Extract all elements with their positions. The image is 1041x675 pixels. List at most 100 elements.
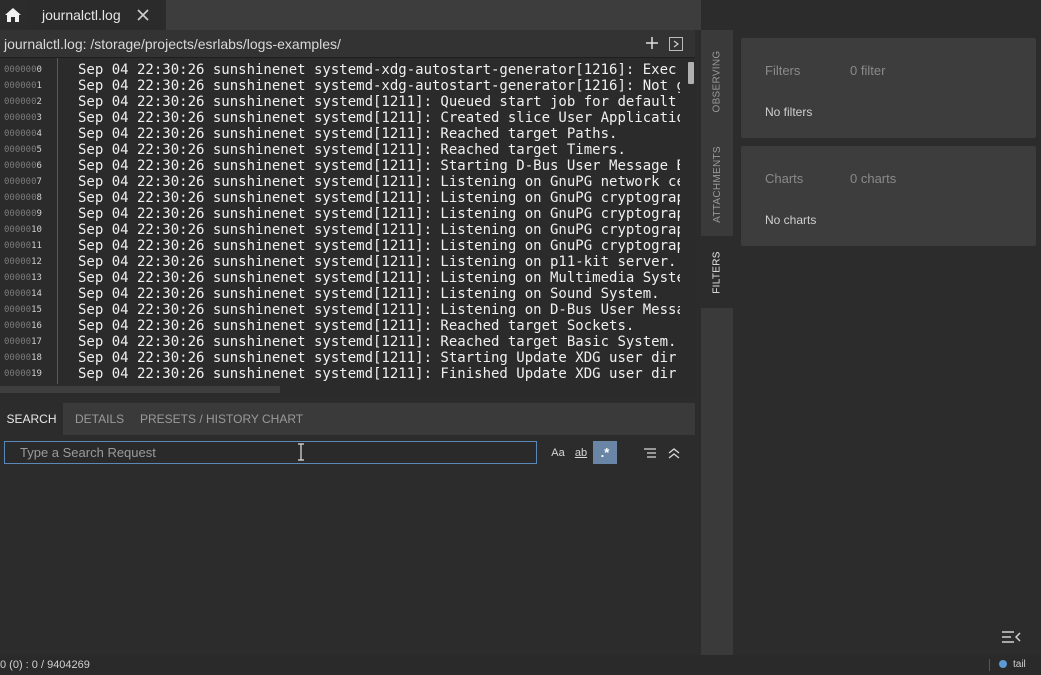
- lower-tab-bar: SEARCH DETAILS PRESETS / HISTORY CHART: [0, 403, 695, 435]
- home-button[interactable]: [0, 0, 26, 30]
- file-tab[interactable]: journalctl.log: [26, 0, 166, 30]
- log-line-number-padding: 000000: [4, 209, 37, 219]
- log-line-number-padding: 000000: [4, 129, 37, 139]
- log-line-number: 0000001: [4, 81, 52, 91]
- filters-title: Filters: [765, 63, 801, 78]
- log-line-text: Sep 04 22:30:26 sunshinenet systemd[1211…: [78, 222, 680, 238]
- log-line-number: 0000005: [4, 145, 52, 155]
- panel-toggle-icon[interactable]: [669, 37, 683, 51]
- log-line-number: 0000016: [4, 321, 52, 331]
- add-icon[interactable]: [645, 36, 659, 50]
- close-tab-icon[interactable]: [135, 7, 151, 23]
- log-line-number: 0000017: [4, 337, 52, 347]
- log-line-text: Sep 04 22:30:26 sunshinenet systemd[1211…: [78, 318, 635, 334]
- charts-empty-text: No charts: [765, 213, 817, 227]
- log-line-number-padding: 000000: [4, 113, 37, 123]
- log-row[interactable]: 0000017 Sep 04 22:30:26 sunshinenet syste…: [0, 334, 685, 350]
- horizontal-scroll-thumb[interactable]: [0, 386, 280, 393]
- log-row[interactable]: 0000008 Sep 04 22:30:26 sunshinenet syste…: [0, 190, 685, 206]
- tail-indicator-icon[interactable]: [999, 660, 1007, 668]
- log-line-text: Sep 04 22:30:26 sunshinenet systemd[1211…: [78, 254, 677, 270]
- log-row[interactable]: 0000012 Sep 04 22:30:26 sunshinenet syste…: [0, 254, 685, 270]
- log-line-number: 0000006: [4, 161, 52, 171]
- side-tab-filters-label: FILTERS: [711, 250, 723, 294]
- log-row[interactable]: 0000003 Sep 04 22:30:26 sunshinenet syste…: [0, 110, 685, 126]
- log-line-text: Sep 04 22:30:26 sunshinenet systemd[1211…: [78, 110, 680, 126]
- tab-presets-history[interactable]: PRESETS / HISTORY: [130, 403, 269, 435]
- log-row[interactable]: 0000009 Sep 04 22:30:26 sunshinenet syste…: [0, 206, 685, 222]
- filters-count: 0 filter: [850, 63, 886, 78]
- log-line-text: Sep 04 22:30:26 sunshinenet systemd[1211…: [78, 302, 680, 318]
- log-line-number-value: 16: [31, 321, 42, 331]
- log-line-number: 0000014: [4, 289, 52, 299]
- log-line-number-padding: 00000: [4, 257, 32, 267]
- log-line-text: Sep 04 22:30:26 sunshinenet systemd[1211…: [78, 190, 680, 206]
- log-line-text: Sep 04 22:30:26 sunshinenet systemd[1211…: [78, 366, 680, 382]
- log-row[interactable]: 0000014 Sep 04 22:30:26 sunshinenet syste…: [0, 286, 685, 302]
- tab-bar: journalctl.log: [0, 0, 701, 30]
- log-line-number-padding: 00000: [4, 353, 32, 363]
- search-input[interactable]: [4, 441, 537, 464]
- log-line-number-value: 7: [36, 177, 42, 187]
- tab-chart[interactable]: CHART: [252, 403, 313, 435]
- list-icon[interactable]: [640, 441, 660, 464]
- collapse-menu-icon[interactable]: [1001, 630, 1021, 644]
- log-line-number-padding: 00000: [4, 241, 32, 251]
- log-line-text: Sep 04 22:30:26 sunshinenet systemd[1211…: [78, 94, 680, 110]
- log-row[interactable]: 0000013 Sep 04 22:30:26 sunshinenet syste…: [0, 270, 685, 286]
- log-line-number: 0000010: [4, 225, 52, 235]
- side-tab-observing[interactable]: OBSERVING: [701, 30, 733, 132]
- log-line-number-padding: 000000: [4, 145, 37, 155]
- tail-label[interactable]: tail: [1013, 659, 1026, 670]
- charts-title: Charts: [765, 171, 804, 186]
- log-line-number-value: 12: [31, 257, 42, 267]
- log-line-number: 0000013: [4, 273, 52, 283]
- log-viewer[interactable]: 0000000 Sep 04 22:30:26 sunshinenet syste…: [0, 58, 695, 384]
- log-row[interactable]: 0000019 Sep 04 22:30:26 sunshinenet syste…: [0, 366, 685, 382]
- log-line-number-value: 11: [31, 241, 42, 251]
- whole-word-toggle[interactable]: ab: [570, 441, 592, 464]
- log-row[interactable]: 0000015 Sep 04 22:30:26 sunshinenet syste…: [0, 302, 685, 318]
- filters-card: Filters 0 filter No filters: [741, 38, 1036, 138]
- log-line-number-value: 3: [36, 113, 42, 123]
- log-row[interactable]: 0000007 Sep 04 22:30:26 sunshinenet syste…: [0, 174, 685, 190]
- regex-toggle[interactable]: .*: [593, 441, 617, 464]
- side-tab-attachments[interactable]: ATTACHMENTS: [701, 132, 733, 236]
- log-line-number: 0000012: [4, 257, 52, 267]
- vertical-scroll-thumb[interactable]: [688, 62, 694, 84]
- log-line-text: Sep 04 22:30:26 sunshinenet systemd[1211…: [78, 126, 618, 142]
- log-row[interactable]: 0000004 Sep 04 22:30:26 sunshinenet syste…: [0, 126, 685, 142]
- gutter-divider: [57, 58, 58, 384]
- collapse-up-icon[interactable]: [664, 441, 684, 464]
- log-line-number: 0000019: [4, 369, 52, 379]
- log-row[interactable]: 0000000 Sep 04 22:30:26 sunshinenet syste…: [0, 62, 685, 78]
- log-line-number-value: 5: [36, 145, 42, 155]
- log-row[interactable]: 0000001 Sep 04 22:30:26 sunshinenet syste…: [0, 78, 685, 94]
- tab-search[interactable]: SEARCH: [0, 403, 63, 435]
- log-row[interactable]: 0000005 Sep 04 22:30:26 sunshinenet syste…: [0, 142, 685, 158]
- log-row[interactable]: 0000002 Sep 04 22:30:26 sunshinenet syste…: [0, 94, 685, 110]
- log-line-number: 0000009: [4, 209, 52, 219]
- log-row[interactable]: 0000010 Sep 04 22:30:26 sunshinenet syste…: [0, 222, 685, 238]
- log-line-number-padding: 000000: [4, 81, 37, 91]
- filters-empty-text: No filters: [765, 105, 813, 119]
- log-row[interactable]: 0000016 Sep 04 22:30:26 sunshinenet syste…: [0, 318, 685, 334]
- log-line-number-padding: 00000: [4, 321, 32, 331]
- match-case-toggle[interactable]: Aa: [548, 441, 568, 464]
- cursor-position: 0 (0) : 0 / 9404269: [0, 659, 90, 671]
- log-line-number-value: 18: [31, 353, 42, 363]
- log-row[interactable]: 0000011 Sep 04 22:30:26 sunshinenet syste…: [0, 238, 685, 254]
- log-row[interactable]: 0000018 Sep 04 22:30:26 sunshinenet syste…: [0, 350, 685, 366]
- log-row[interactable]: 0000006 Sep 04 22:30:26 sunshinenet syste…: [0, 158, 685, 174]
- vertical-scrollbar[interactable]: [687, 58, 695, 384]
- log-line-number-value: 0: [36, 65, 42, 75]
- log-line-number: 0000000: [4, 65, 52, 75]
- side-tab-filters[interactable]: FILTERS: [701, 236, 733, 308]
- log-line-number-value: 10: [31, 225, 42, 235]
- log-line-text: Sep 04 22:30:26 sunshinenet systemd[1211…: [78, 174, 680, 190]
- log-line-number-value: 9: [36, 209, 42, 219]
- side-tab-attachments-label: ATTACHMENTS: [711, 145, 723, 223]
- file-path-bar: journalctl.log: /storage/projects/esrlab…: [0, 30, 695, 58]
- tab-details[interactable]: DETAILS: [65, 403, 134, 435]
- log-line-number-value: 13: [31, 273, 42, 283]
